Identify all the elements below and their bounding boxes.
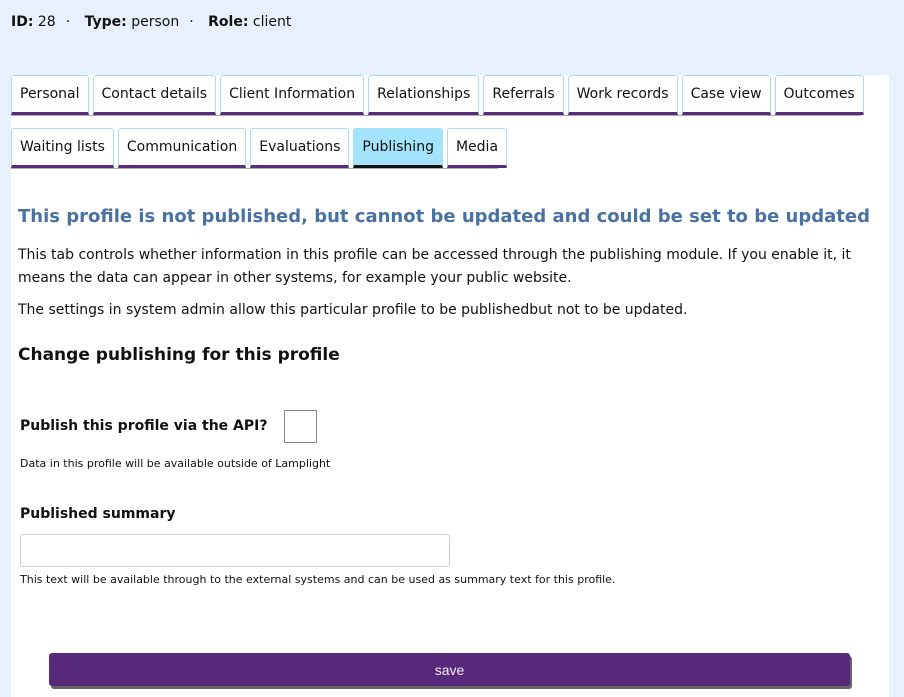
tab-media[interactable]: Media [446, 128, 508, 168]
tab-work-records[interactable]: Work records [567, 75, 678, 115]
publish-status-heading: This profile is not published, but canno… [18, 206, 870, 227]
summary-help: This text will be available through to t… [20, 573, 616, 586]
section-heading: Change publishing for this profile [18, 345, 340, 365]
tab-row-2: Waiting lists Communication Evaluations … [11, 128, 508, 169]
save-button[interactable]: save [49, 653, 850, 686]
role-label: Role: [208, 14, 249, 30]
tab-communication[interactable]: Communication [117, 128, 247, 168]
tab-relationships[interactable]: Relationships [368, 75, 480, 115]
publish-help: Data in this profile will be available o… [20, 457, 331, 470]
summary-label: Published summary [20, 506, 176, 522]
tab-client-information[interactable]: Client Information [220, 75, 365, 115]
type-value: person [131, 14, 180, 30]
tab-case-view[interactable]: Case view [681, 75, 771, 115]
role-value: client [252, 14, 292, 30]
type-label: Type: [84, 14, 127, 30]
tab-row-1: Personal Contact details Client Informat… [11, 75, 864, 116]
tab-evaluations[interactable]: Evaluations [250, 128, 350, 168]
tab-contact-details[interactable]: Contact details [92, 75, 217, 115]
settings-note: The settings in system admin allow this … [18, 302, 688, 318]
summary-input[interactable] [20, 534, 450, 567]
intro-text: This tab controls whether information in… [18, 247, 851, 286]
profile-id-bar: ID: 28 · Type: person · Role: client [11, 14, 292, 30]
tab-outcomes[interactable]: Outcomes [774, 75, 864, 115]
id-label: ID: [11, 14, 34, 30]
id-value: 28 [37, 14, 56, 30]
tab-waiting-lists[interactable]: Waiting lists [11, 128, 114, 168]
profile-panel: Personal Contact details Client Informat… [11, 75, 889, 697]
publish-checkbox[interactable] [284, 410, 317, 443]
tab-referrals[interactable]: Referrals [483, 75, 564, 115]
tab-publishing[interactable]: Publishing [353, 128, 443, 168]
tab-personal[interactable]: Personal [11, 75, 89, 115]
publish-label: Publish this profile via the API? [20, 418, 268, 434]
